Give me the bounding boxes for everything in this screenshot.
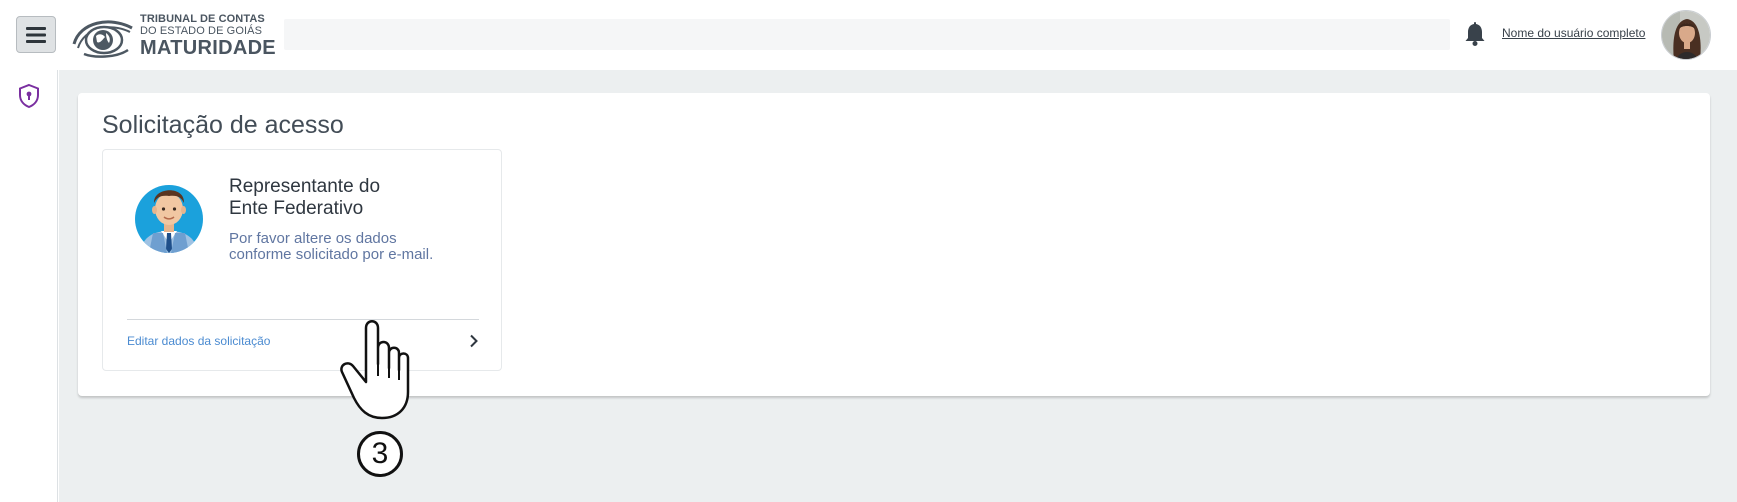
bell-icon[interactable] xyxy=(1464,22,1486,46)
edit-request-label: Editar dados da solicitação xyxy=(127,334,271,348)
logo-text: TRIBUNAL DE CONTAS DO ESTADO DE GOIÁS MA… xyxy=(140,13,276,59)
logo-line-3: MATURIDADE xyxy=(140,37,276,59)
page-title: Solicitação de acesso xyxy=(102,111,344,139)
user-name-link[interactable]: Nome do usuário completo xyxy=(1502,26,1645,40)
card-divider xyxy=(127,319,479,320)
representative-avatar-icon xyxy=(135,185,203,253)
logo-line-2: DO ESTADO DE GOIÁS xyxy=(140,25,263,37)
search-input[interactable] xyxy=(284,19,1450,50)
request-card[interactable]: Representante do Ente Federativo Por fav… xyxy=(102,149,502,371)
user-avatar[interactable] xyxy=(1661,10,1711,60)
sidebar xyxy=(0,70,58,502)
logo-eye-icon xyxy=(72,20,133,58)
edit-request-link[interactable]: Editar dados da solicitação xyxy=(127,330,479,354)
card-title: Representante do Ente Federativo xyxy=(229,176,381,219)
chevron-right-icon xyxy=(470,334,478,348)
menu-button[interactable] xyxy=(16,16,56,53)
top-bar: TRIBUNAL DE CONTAS DO ESTADO DE GOIÁS MA… xyxy=(0,0,1737,70)
user-avatar-photo xyxy=(1662,11,1710,59)
shield-keyhole-icon[interactable] xyxy=(17,83,41,109)
step-number-badge: 3 xyxy=(357,431,403,477)
logo[interactable]: TRIBUNAL DE CONTAS DO ESTADO DE GOIÁS MA… xyxy=(70,14,276,58)
logo-line-1: TRIBUNAL DE CONTAS xyxy=(140,13,265,25)
hamburger-menu-icon xyxy=(26,26,46,43)
access-request-panel: Solicitação de acesso Representante do E… xyxy=(78,93,1710,396)
main-content: Solicitação de acesso Representante do E… xyxy=(59,70,1737,502)
card-description: Por favor altere os dados conforme solic… xyxy=(229,230,434,263)
